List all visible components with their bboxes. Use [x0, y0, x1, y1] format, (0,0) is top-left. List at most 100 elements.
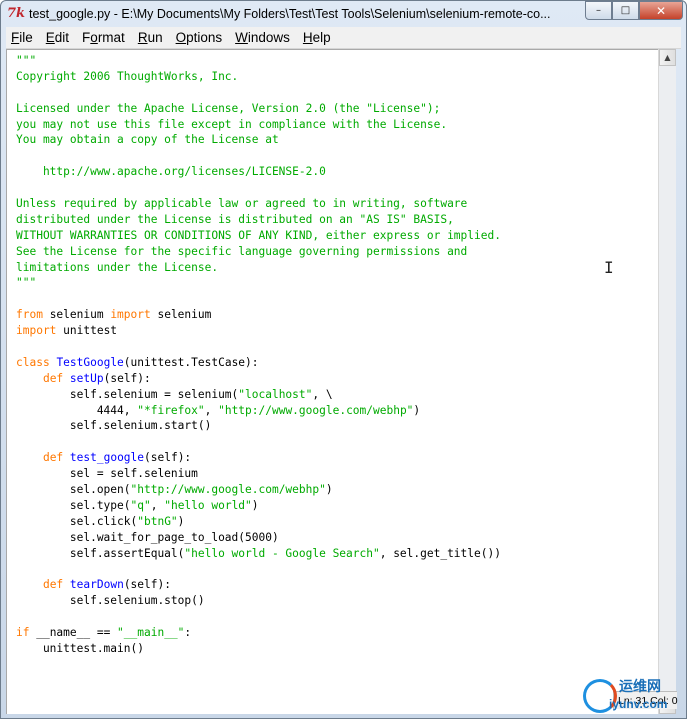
cursor-position-status: Ln: 31 Col: 0	[613, 691, 678, 709]
code-token: sel.click(	[16, 514, 138, 528]
menu-help[interactable]: Help	[298, 27, 336, 49]
code-token: "http://www.google.com/webhp"	[218, 403, 414, 417]
code-line[interactable]: def setUp(self):	[16, 371, 501, 387]
close-icon: ✕	[655, 3, 667, 18]
code-line[interactable]: Copyright 2006 ThoughtWorks, Inc.	[16, 69, 501, 85]
code-line[interactable]: sel = self.selenium	[16, 466, 501, 482]
code-line[interactable]	[16, 434, 501, 450]
code-token: , \	[312, 387, 333, 401]
vertical-scrollbar[interactable]: ▲ ▼	[658, 49, 676, 714]
code-line[interactable]: self.assertEqual("hello world - Google S…	[16, 546, 501, 562]
menu-format[interactable]: Format	[77, 27, 130, 49]
code-token: unittest.main()	[16, 641, 144, 655]
code-token: You may obtain a copy of the License at	[16, 133, 279, 147]
code-line[interactable]: sel.type("q", "hello world")	[16, 498, 501, 514]
code-line[interactable]: import unittest	[16, 323, 501, 339]
code-line[interactable]: sel.click("btnG")	[16, 514, 501, 530]
code-line[interactable]	[16, 609, 501, 625]
code-line[interactable]	[16, 291, 501, 307]
code-token: __name__ ==	[29, 626, 118, 640]
idle-app-icon[interactable]: 7k	[7, 6, 25, 22]
code-token: class	[16, 355, 50, 369]
code-line[interactable]: self.selenium.stop()	[16, 593, 501, 609]
code-line[interactable]: sel.wait_for_page_to_load(5000)	[16, 530, 501, 546]
menu-edit[interactable]: Edit	[41, 27, 74, 49]
code-line[interactable]: """	[16, 275, 501, 291]
maximize-button[interactable]: □	[612, 1, 639, 20]
code-token: sel = self.selenium	[16, 467, 198, 481]
code-token: TestGoogle	[56, 355, 124, 369]
code-line[interactable]: 4444, "*firefox", "http://www.google.com…	[16, 403, 501, 419]
text-cursor-icon: I	[604, 258, 614, 277]
code-line[interactable]: self.selenium.start()	[16, 418, 501, 434]
menu-options-label: ptions	[186, 29, 223, 45]
code-token: )	[251, 498, 259, 512]
menu-format-post: rmat	[97, 29, 125, 45]
code-line[interactable]: def test_google(self):	[16, 450, 501, 466]
code-token: "__main__"	[117, 626, 185, 640]
arrow-up-icon: ▲	[664, 53, 671, 62]
code-line[interactable]: limitations under the License.	[16, 260, 501, 276]
code-token: def	[42, 578, 64, 592]
code-line[interactable]: See the License for the specific languag…	[16, 244, 501, 260]
code-line[interactable]: if __name__ == "__main__":	[16, 625, 501, 641]
code-line[interactable]: class TestGoogle(unittest.TestCase):	[16, 355, 501, 371]
code-token: )	[177, 514, 185, 528]
code-editor[interactable]: """ Copyright 2006 ThoughtWorks, Inc. Lice…	[6, 49, 658, 714]
close-button[interactable]: ✕	[639, 1, 683, 20]
title-bar[interactable]: 7k test_google.py - E:\My Documents\My F…	[1, 1, 686, 27]
code-line[interactable]: def tearDown(self):	[16, 577, 501, 593]
code-token: def	[42, 371, 64, 385]
minimize-icon: –	[596, 4, 601, 16]
code-line[interactable]: from selenium import selenium	[16, 307, 501, 323]
code-token: (self):	[123, 578, 171, 592]
code-token: :	[184, 626, 192, 640]
menu-run-key: R	[137, 29, 148, 45]
code-token: self.selenium.stop()	[16, 594, 205, 608]
code-line[interactable]: WITHOUT WARRANTIES OR CONDITIONS OF ANY …	[16, 228, 501, 244]
code-token: def	[42, 451, 64, 465]
code-line[interactable]	[16, 180, 501, 196]
maximize-icon: □	[620, 4, 631, 16]
code-line[interactable]	[16, 148, 501, 164]
code-text[interactable]: """ Copyright 2006 ThoughtWorks, Inc. Lice…	[16, 53, 501, 657]
code-token: selenium	[42, 308, 111, 322]
code-token: sel.wait_for_page_to_load(5000)	[16, 530, 279, 544]
code-line[interactable]: Licensed under the Apache License, Versi…	[16, 101, 501, 117]
code-token: ,	[204, 403, 219, 417]
code-line[interactable]	[16, 339, 501, 355]
code-token: (unittest.TestCase):	[123, 355, 259, 369]
menu-windows[interactable]: Windows	[230, 27, 295, 49]
menu-options[interactable]: Options	[171, 27, 228, 49]
code-token: "hello world"	[164, 498, 252, 512]
code-line[interactable]	[16, 562, 501, 578]
code-line[interactable]: You may obtain a copy of the License at	[16, 132, 501, 148]
code-line[interactable]: distributed under the License is distrib…	[16, 212, 501, 228]
code-token: distributed under the License is distrib…	[16, 212, 454, 226]
code-line[interactable]: unittest.main()	[16, 641, 501, 657]
menu-run[interactable]: Run	[133, 27, 168, 49]
menu-edit-key: E	[45, 29, 55, 45]
menu-bar: File Edit Format Run Options Windows Hel…	[6, 27, 681, 49]
code-line[interactable]: sel.open("http://www.google.com/webhp")	[16, 482, 501, 498]
code-token: ,	[150, 498, 165, 512]
menu-file-label: ile	[19, 29, 33, 45]
idle-editor-window: 7k test_google.py - E:\My Documents\My F…	[0, 0, 687, 719]
code-line[interactable]: self.selenium = selenium("localhost", \	[16, 387, 501, 403]
code-token: "*firefox"	[137, 403, 205, 417]
minimize-button[interactable]: –	[585, 1, 612, 20]
code-token: import	[110, 308, 151, 322]
menu-file[interactable]: File	[6, 27, 38, 49]
code-line[interactable]	[16, 85, 501, 101]
code-line[interactable]: """	[16, 53, 501, 69]
code-line[interactable]: you may not use this file except in comp…	[16, 117, 501, 133]
scroll-up-button[interactable]: ▲	[659, 49, 676, 66]
menu-windows-key: W	[235, 29, 248, 45]
code-line[interactable]: Unless required by applicable law or agr…	[16, 196, 501, 212]
code-line[interactable]: http://www.apache.org/licenses/LICENSE-2…	[16, 164, 501, 180]
code-token: sel.open(	[16, 483, 131, 497]
code-token: )	[413, 403, 421, 417]
